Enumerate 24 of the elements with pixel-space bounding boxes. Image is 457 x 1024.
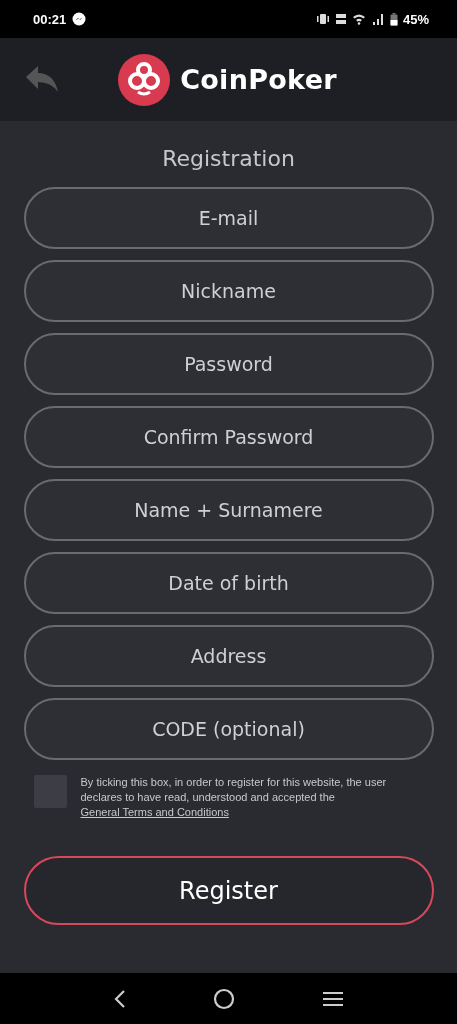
back-icon[interactable]: [113, 988, 128, 1009]
logo-text: CoinPoker: [180, 64, 337, 95]
status-time: 00:21: [33, 11, 67, 27]
logo-icon: [118, 53, 171, 106]
input-field[interactable]: Nickname: [23, 260, 434, 322]
input-field[interactable]: Address: [23, 625, 434, 687]
register-button[interactable]: Register: [23, 856, 434, 925]
vibrate-icon: [315, 13, 330, 25]
home-icon[interactable]: [213, 987, 236, 1010]
battery-percentage: 45%: [402, 11, 429, 27]
input-field[interactable]: Date of birth: [23, 552, 434, 614]
messenger-icon: [72, 12, 87, 26]
input-field[interactable]: CODE (optional): [23, 698, 434, 760]
input-field[interactable]: Name + Surnamere: [23, 479, 434, 541]
signal-icon: [370, 13, 385, 25]
input-field[interactable]: Confirm Password: [23, 406, 434, 468]
input-field[interactable]: E-mail: [23, 187, 434, 249]
menu-icon[interactable]: [321, 989, 344, 1008]
input-field[interactable]: Password: [23, 333, 434, 395]
battery-icon: [389, 12, 398, 26]
page-title: Registration: [162, 146, 295, 171]
terms-link[interactable]: General Terms and Conditions: [80, 806, 229, 818]
wifi-icon: [351, 13, 366, 25]
terms-text: By ticking this box, in order to register for this website, the user declares to have read, understood and accepted the General Terms and Conditions: [80, 775, 388, 820]
